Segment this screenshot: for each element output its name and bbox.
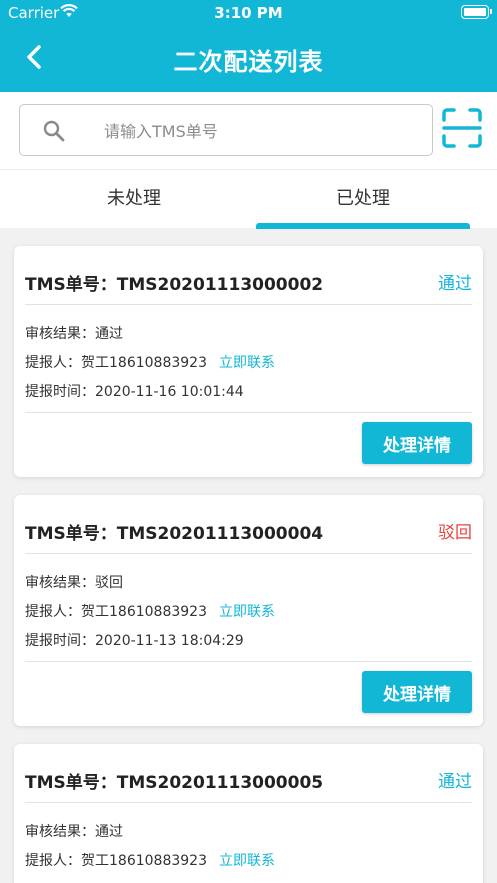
submit-time-value: 2020-11-16 10:01:44 [95, 384, 244, 400]
submitter-value: 贺工18610883923 [81, 604, 207, 620]
divider [25, 661, 472, 662]
record-title: TMS单号：TMS20201113000005 [25, 773, 324, 793]
tab-processed[interactable]: 已处理 [256, 170, 470, 229]
divider [25, 802, 472, 803]
scan-icon[interactable] [440, 106, 484, 150]
review-result-label: 审核结果： [25, 824, 95, 840]
detail-button[interactable]: 处理详情 [362, 422, 472, 464]
submitter-label: 提报人： [25, 853, 81, 869]
record-title: TMS单号：TMS20201113000002 [25, 275, 324, 295]
battery-icon [461, 5, 492, 19]
contact-now-link[interactable]: 立即联系 [219, 604, 275, 620]
submitter-row: 提报人：贺工18610883923 立即联系 [25, 850, 275, 870]
search-icon [43, 120, 65, 142]
submitter-value: 贺工18610883923 [81, 355, 207, 371]
record-card: TMS单号：TMS20201113000002 通过 审核结果：通过 提报人：贺… [14, 246, 483, 477]
review-result-value: 驳回 [95, 575, 123, 591]
search-input[interactable] [104, 117, 414, 145]
record-card: TMS单号：TMS20201113000004 驳回 审核结果：驳回 提报人：贺… [14, 495, 483, 726]
submitter-value: 贺工18610883923 [81, 853, 207, 869]
record-card: TMS单号：TMS20201113000005 通过 审核结果：通过 提报人：贺… [14, 744, 483, 883]
submitter-label: 提报人： [25, 604, 81, 620]
review-result-row: 审核结果：通过 [25, 323, 123, 343]
divider [25, 304, 472, 305]
status-bar: Carrier 3:10 PM [0, 0, 497, 26]
tab-unprocessed[interactable]: 未处理 [10, 170, 258, 229]
contact-now-link[interactable]: 立即联系 [219, 853, 275, 869]
review-result-row: 审核结果：驳回 [25, 572, 123, 592]
page-title: 二次配送列表 [173, 48, 324, 76]
record-status-badge: 驳回 [438, 523, 472, 543]
submit-time-label: 提报时间： [25, 384, 95, 400]
record-status-badge: 通过 [438, 274, 472, 294]
search-box[interactable] [19, 104, 433, 156]
contact-now-link[interactable]: 立即联系 [219, 355, 275, 371]
review-result-value: 通过 [95, 326, 123, 342]
detail-button[interactable]: 处理详情 [362, 671, 472, 713]
review-result-label: 审核结果： [25, 326, 95, 342]
review-result-row: 审核结果：通过 [25, 821, 123, 841]
record-status-badge: 通过 [438, 772, 472, 792]
review-result-value: 通过 [95, 824, 123, 840]
divider [25, 412, 472, 413]
search-bar [0, 92, 497, 169]
submitter-row: 提报人：贺工18610883923 立即联系 [25, 352, 275, 372]
submit-time-label: 提报时间： [25, 633, 95, 649]
status-time: 3:10 PM [214, 4, 283, 22]
submit-time-value: 2020-11-13 18:04:29 [95, 633, 244, 649]
submit-time-row: 提报时间：2020-11-16 10:01:44 [25, 381, 244, 401]
submitter-label: 提报人： [25, 355, 81, 371]
record-title: TMS单号：TMS20201113000004 [25, 524, 324, 544]
divider [25, 553, 472, 554]
submit-time-row: 提报时间：2020-11-13 18:04:29 [25, 630, 244, 650]
submitter-row: 提报人：贺工18610883923 立即联系 [25, 601, 275, 621]
app-header: Carrier 3:10 PM 二次配送列表 [0, 0, 497, 92]
active-tab-indicator [256, 223, 470, 229]
review-result-label: 审核结果： [25, 575, 95, 591]
tab-bar: 未处理 已处理 [0, 169, 497, 229]
